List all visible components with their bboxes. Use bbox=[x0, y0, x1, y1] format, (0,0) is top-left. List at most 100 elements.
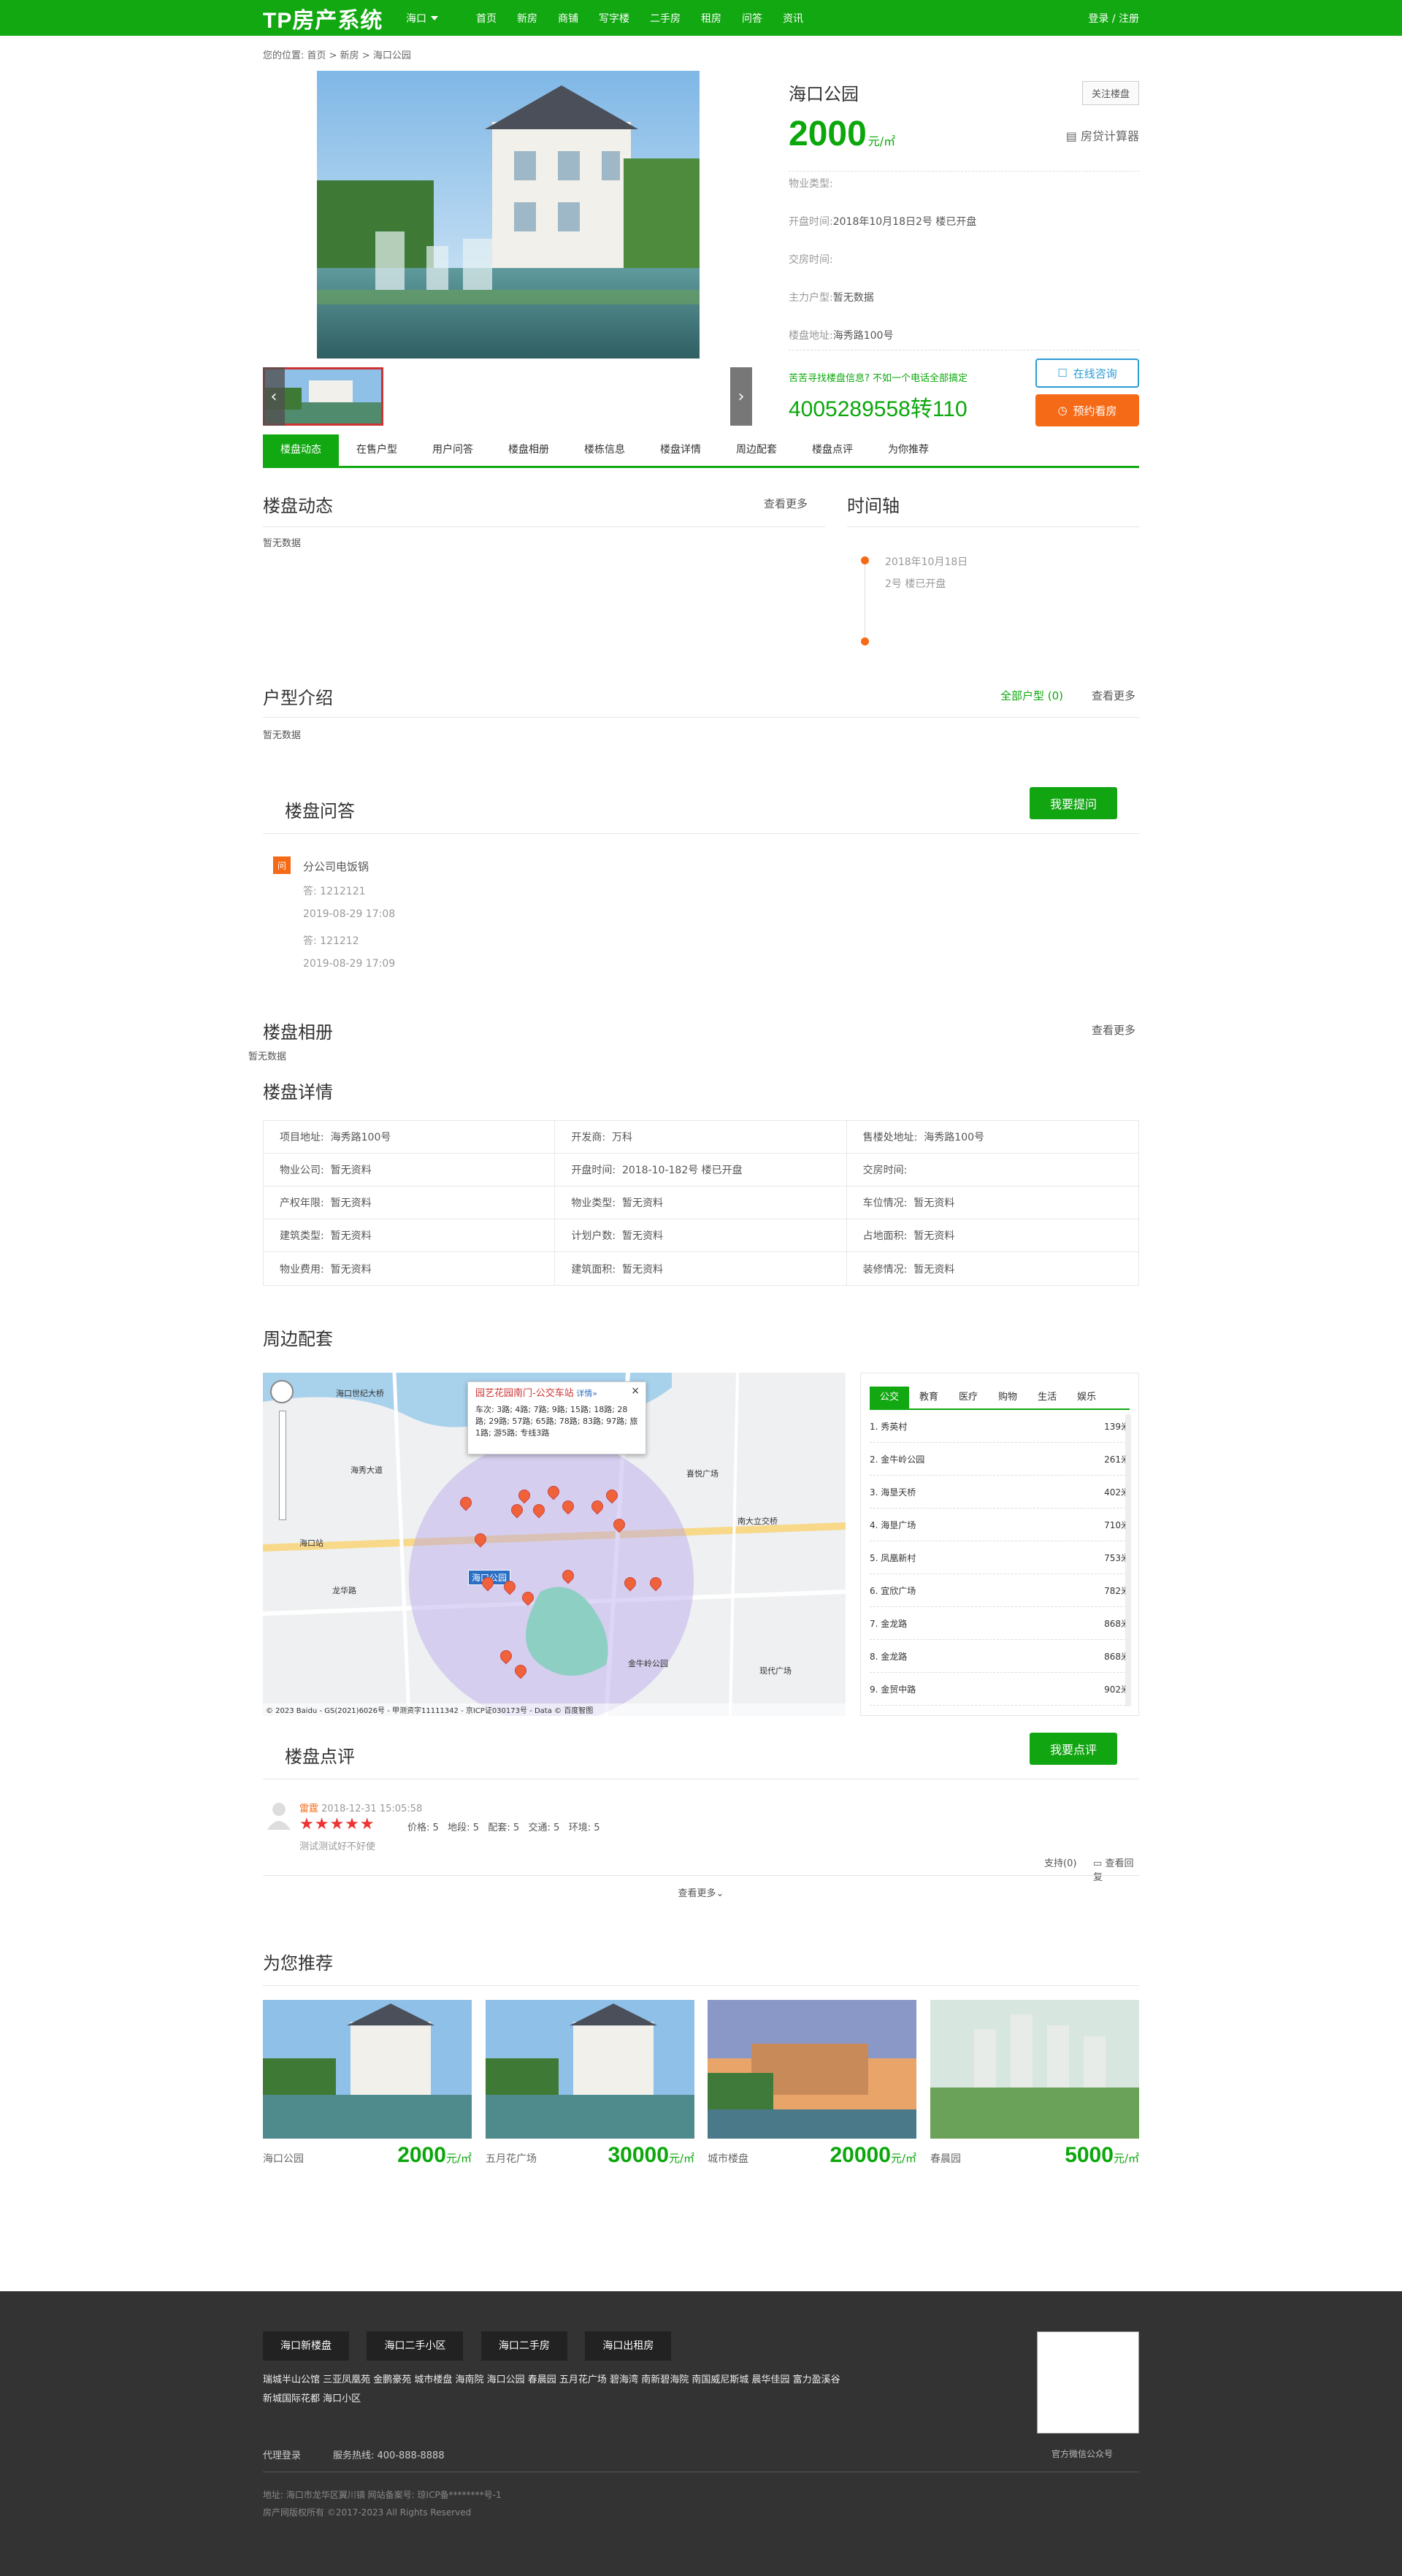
view-replies-link[interactable]: ▭ 查看回复 bbox=[1093, 1855, 1139, 1883]
map-label: 海秀大道 bbox=[350, 1465, 383, 1475]
recommend-card[interactable]: 春晨园 5000元/㎡ bbox=[930, 2000, 1139, 2168]
review-scores: 价格: 5 地段: 5 配套: 5 交通: 5 环境: 5 bbox=[407, 1822, 600, 1833]
recommend-card[interactable]: 城市楼盘 20000元/㎡ bbox=[708, 2000, 916, 2168]
wechat-qrcode bbox=[1037, 2331, 1139, 2434]
card-price-unit: 元/㎡ bbox=[668, 2152, 694, 2165]
footer-tab-newhouse[interactable]: 海口新楼盘 bbox=[263, 2331, 349, 2361]
site-logo[interactable]: TP房产系统 bbox=[263, 2, 402, 34]
footer-links[interactable]: 瑞城半山公馆 三亚凤凰苑 金鹏豪苑 城市楼盘 海南院 海口公园 春晨园 五月花广… bbox=[263, 2372, 964, 2385]
close-icon[interactable]: × bbox=[631, 1385, 640, 1397]
list-item[interactable]: 2. 金牛岭公园 261米 bbox=[870, 1443, 1130, 1476]
book-visit-button[interactable]: ◷ 预约看房 bbox=[1035, 394, 1139, 426]
cell-key: 占地面积: bbox=[862, 1230, 908, 1242]
card-price: 2000元/㎡ bbox=[397, 2143, 472, 2168]
poi-tab-life[interactable]: 生活 bbox=[1027, 1387, 1067, 1408]
ask-question-button[interactable]: 我要提问 bbox=[1030, 787, 1117, 819]
footer-links[interactable]: 新城国际花都 海口小区 bbox=[263, 2391, 361, 2404]
map-zoom-slider[interactable] bbox=[279, 1411, 286, 1520]
card-footer: 城市楼盘 20000元/㎡ bbox=[708, 2143, 916, 2168]
all-layouts-link[interactable]: 全部户型 (0) bbox=[1000, 688, 1063, 703]
tab-news[interactable]: 楼盘动态 bbox=[263, 434, 339, 466]
recommend-card[interactable]: 五月花广场 30000元/㎡ bbox=[486, 2000, 694, 2168]
loan-calculator-link[interactable]: ▤ 房贷计算器 bbox=[1066, 126, 1139, 144]
cell-value: 暂无资料 bbox=[621, 1197, 663, 1209]
table-cell: 车位情况: 暂无资料 bbox=[847, 1187, 1138, 1219]
card-photo bbox=[263, 2000, 472, 2139]
recommend-card[interactable]: 海口公园 2000元/㎡ bbox=[263, 2000, 472, 2168]
cell-key: 建筑面积: bbox=[571, 1263, 616, 1276]
popup-detail-link[interactable]: 详情» bbox=[576, 1389, 597, 1398]
map-canvas[interactable]: 海口公园 园艺花园南门-公交车站 详情» × 车次: 3路; 4路; 7路; 9… bbox=[263, 1373, 846, 1716]
review-user[interactable]: 雷霆 bbox=[299, 1803, 318, 1814]
tab-surround[interactable]: 周边配套 bbox=[719, 434, 794, 466]
table-cell: 物业类型: 暂无资料 bbox=[555, 1187, 847, 1219]
card-price: 30000元/㎡ bbox=[608, 2143, 695, 2168]
online-consult-button[interactable]: ☐ 在线咨询 bbox=[1035, 359, 1139, 388]
map-pan-control[interactable] bbox=[270, 1380, 294, 1403]
answer-text: 答: 121212 bbox=[303, 935, 359, 947]
thumbnail-next-button[interactable]: › bbox=[730, 367, 752, 426]
footer-copyright: 房产网版权所有 ©2017-2023 All Rights Reserved bbox=[263, 2507, 472, 2518]
nav-item-news[interactable]: 资讯 bbox=[783, 11, 803, 26]
album-empty: 暂无数据 bbox=[248, 1051, 287, 1062]
cell-key: 装修情况: bbox=[862, 1263, 908, 1276]
nav-item-qa[interactable]: 问答 bbox=[742, 11, 762, 26]
layouts-more-link[interactable]: 查看更多 bbox=[1092, 688, 1135, 703]
poi-tab-education[interactable]: 教育 bbox=[909, 1387, 949, 1408]
agent-login-link[interactable]: 代理登录 bbox=[263, 2447, 301, 2461]
nav-item-shops[interactable]: 商铺 bbox=[558, 11, 578, 26]
card-photo bbox=[930, 2000, 1139, 2139]
nav-item-secondhand[interactable]: 二手房 bbox=[650, 11, 681, 26]
list-item[interactable]: 1. 秀英村 139米 bbox=[870, 1410, 1130, 1443]
city-selector[interactable]: 海口 bbox=[406, 11, 476, 26]
follow-button[interactable]: 关注楼盘 bbox=[1081, 81, 1139, 105]
tab-reviews[interactable]: 楼盘点评 bbox=[794, 434, 870, 466]
poi-tab-shopping[interactable]: 购物 bbox=[988, 1387, 1027, 1408]
map-label: 龙华路 bbox=[332, 1586, 356, 1595]
tab-buildings[interactable]: 楼栋信息 bbox=[567, 434, 643, 466]
footer-tab-secondhand[interactable]: 海口二手房 bbox=[480, 2331, 567, 2361]
login-register-link[interactable]: 登录 / 注册 bbox=[1088, 11, 1139, 26]
question-text[interactable]: 分公司电饭锅 bbox=[303, 859, 369, 874]
footer-tab-communities[interactable]: 海口二手小区 bbox=[367, 2331, 464, 2361]
tab-details[interactable]: 楼盘详情 bbox=[643, 434, 719, 466]
layouts-section: 户型介绍 全部户型 (0) 查看更多 暂无数据 bbox=[263, 683, 1139, 797]
cell-key: 物业类型: bbox=[571, 1197, 616, 1209]
footer-tab-rent[interactable]: 海口出租房 bbox=[585, 2331, 672, 2361]
breadcrumb: 您的位置: 首页 > 新房 > 海口公园 bbox=[263, 50, 411, 61]
list-item[interactable]: 8. 金龙路 868米 bbox=[870, 1640, 1130, 1673]
nav-item-rent[interactable]: 租房 bbox=[701, 11, 721, 26]
main-photo[interactable] bbox=[317, 71, 700, 359]
list-item[interactable]: 7. 金龙路 868米 bbox=[870, 1607, 1130, 1640]
poi-tab-entertainment[interactable]: 娱乐 bbox=[1067, 1387, 1106, 1408]
load-more-reviews[interactable]: 查看更多⌄ bbox=[263, 1885, 1139, 1899]
list-item[interactable]: 3. 海垦天桥 402米 bbox=[870, 1476, 1130, 1509]
thumbnail-prev-button[interactable]: ‹ bbox=[263, 367, 285, 426]
list-item[interactable]: 4. 海垦广场 710米 bbox=[870, 1509, 1130, 1541]
news-more-link[interactable]: 查看更多 bbox=[764, 496, 808, 511]
poi-scrollbar[interactable] bbox=[1125, 1414, 1131, 1706]
tab-qa[interactable]: 用户问答 bbox=[415, 434, 491, 466]
surround-section: 周边配套 海口公园 园艺花园南门-公交车站 详情» × 车次: 3路; 4路; … bbox=[263, 1325, 1139, 1742]
list-item[interactable]: 6. 宜欣广场 782米 bbox=[870, 1574, 1130, 1607]
tab-recommend[interactable]: 为你推荐 bbox=[870, 434, 946, 466]
card-footer: 春晨园 5000元/㎡ bbox=[930, 2143, 1139, 2168]
tab-layouts[interactable]: 在售户型 bbox=[339, 434, 415, 466]
list-item[interactable]: 9. 金贸中路 902米 bbox=[870, 1673, 1130, 1706]
poi-tab-medical[interactable]: 医疗 bbox=[949, 1387, 988, 1408]
poi-tab-transit[interactable]: 公交 bbox=[870, 1387, 910, 1408]
list-item[interactable]: 5. 凤凰新村 753米 bbox=[870, 1541, 1130, 1574]
tab-album[interactable]: 楼盘相册 bbox=[491, 434, 567, 466]
album-more-link[interactable]: 查看更多 bbox=[1092, 1022, 1135, 1038]
table-row: 建筑类型: 暂无资料 计划户数: 暂无资料 占地面积: 暂无资料 bbox=[264, 1219, 1138, 1252]
answer-text: 答: 1212121 bbox=[303, 886, 366, 897]
card-price-unit: 元/㎡ bbox=[890, 2152, 916, 2165]
nav-item-home[interactable]: 首页 bbox=[476, 11, 497, 26]
write-review-button[interactable]: 我要点评 bbox=[1030, 1733, 1117, 1765]
nav-item-office[interactable]: 写字楼 bbox=[599, 11, 629, 26]
cell-key: 开盘时间: bbox=[571, 1165, 616, 1176]
support-link[interactable]: 支持(0) bbox=[1044, 1855, 1076, 1869]
card-name: 海口公园 bbox=[263, 2153, 304, 2165]
service-hotline: 服务热线: 400-888-8888 bbox=[333, 2450, 445, 2461]
nav-item-newhouse[interactable]: 新房 bbox=[517, 11, 537, 26]
